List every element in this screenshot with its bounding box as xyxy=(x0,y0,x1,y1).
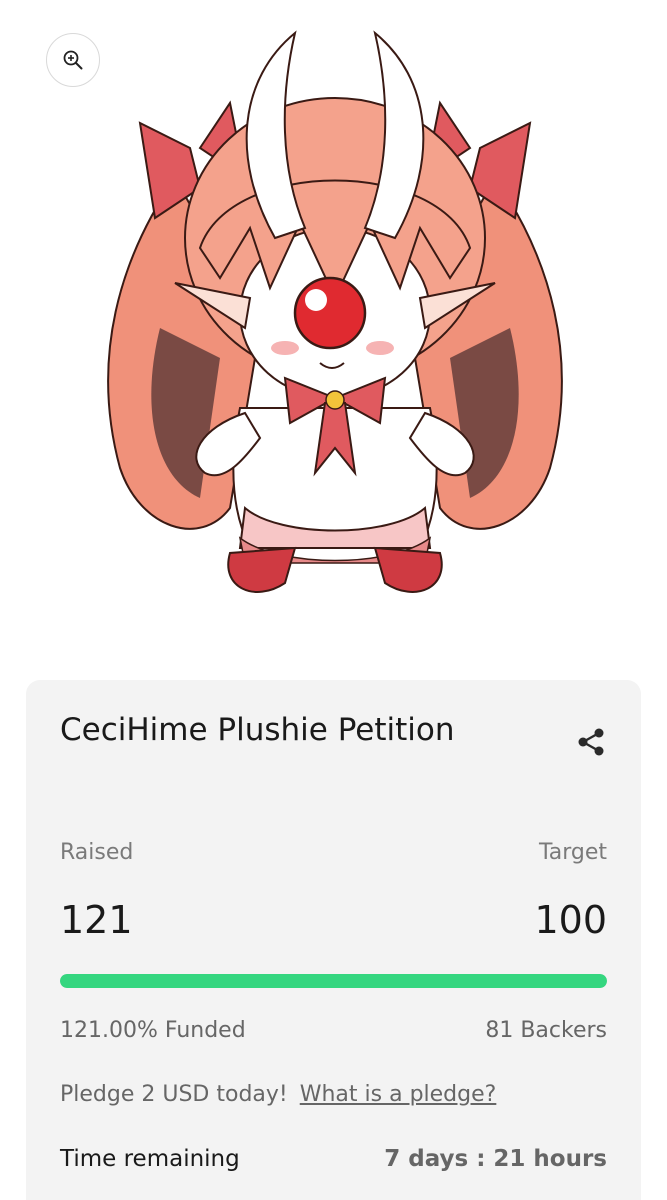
campaign-card: CeciHime Plushie Petition Raised Target … xyxy=(26,680,641,1200)
pledge-row: Pledge 2 USD today! What is a pledge? xyxy=(60,1082,496,1107)
campaign-title: CeciHime Plushie Petition xyxy=(60,712,455,748)
product-image-area xyxy=(0,0,667,660)
funded-percentage: 121.00% Funded xyxy=(60,1018,246,1043)
raised-value: 121 xyxy=(60,898,133,942)
raised-label: Raised xyxy=(60,840,134,865)
funding-progress-fill xyxy=(60,974,607,988)
plushie-image[interactable] xyxy=(80,28,590,608)
pledge-text: Pledge 2 USD today! xyxy=(60,1082,288,1107)
time-remaining-value: 7 days : 21 hours xyxy=(384,1146,607,1172)
backers-count: 81 Backers xyxy=(485,1018,607,1043)
target-label: Target xyxy=(538,840,607,865)
target-value: 100 xyxy=(534,898,607,942)
time-remaining-label: Time remaining xyxy=(60,1146,240,1172)
funding-progress-bar xyxy=(60,974,607,988)
what-is-pledge-link[interactable]: What is a pledge? xyxy=(300,1082,497,1107)
share-button[interactable] xyxy=(575,726,607,758)
share-icon xyxy=(578,728,604,756)
